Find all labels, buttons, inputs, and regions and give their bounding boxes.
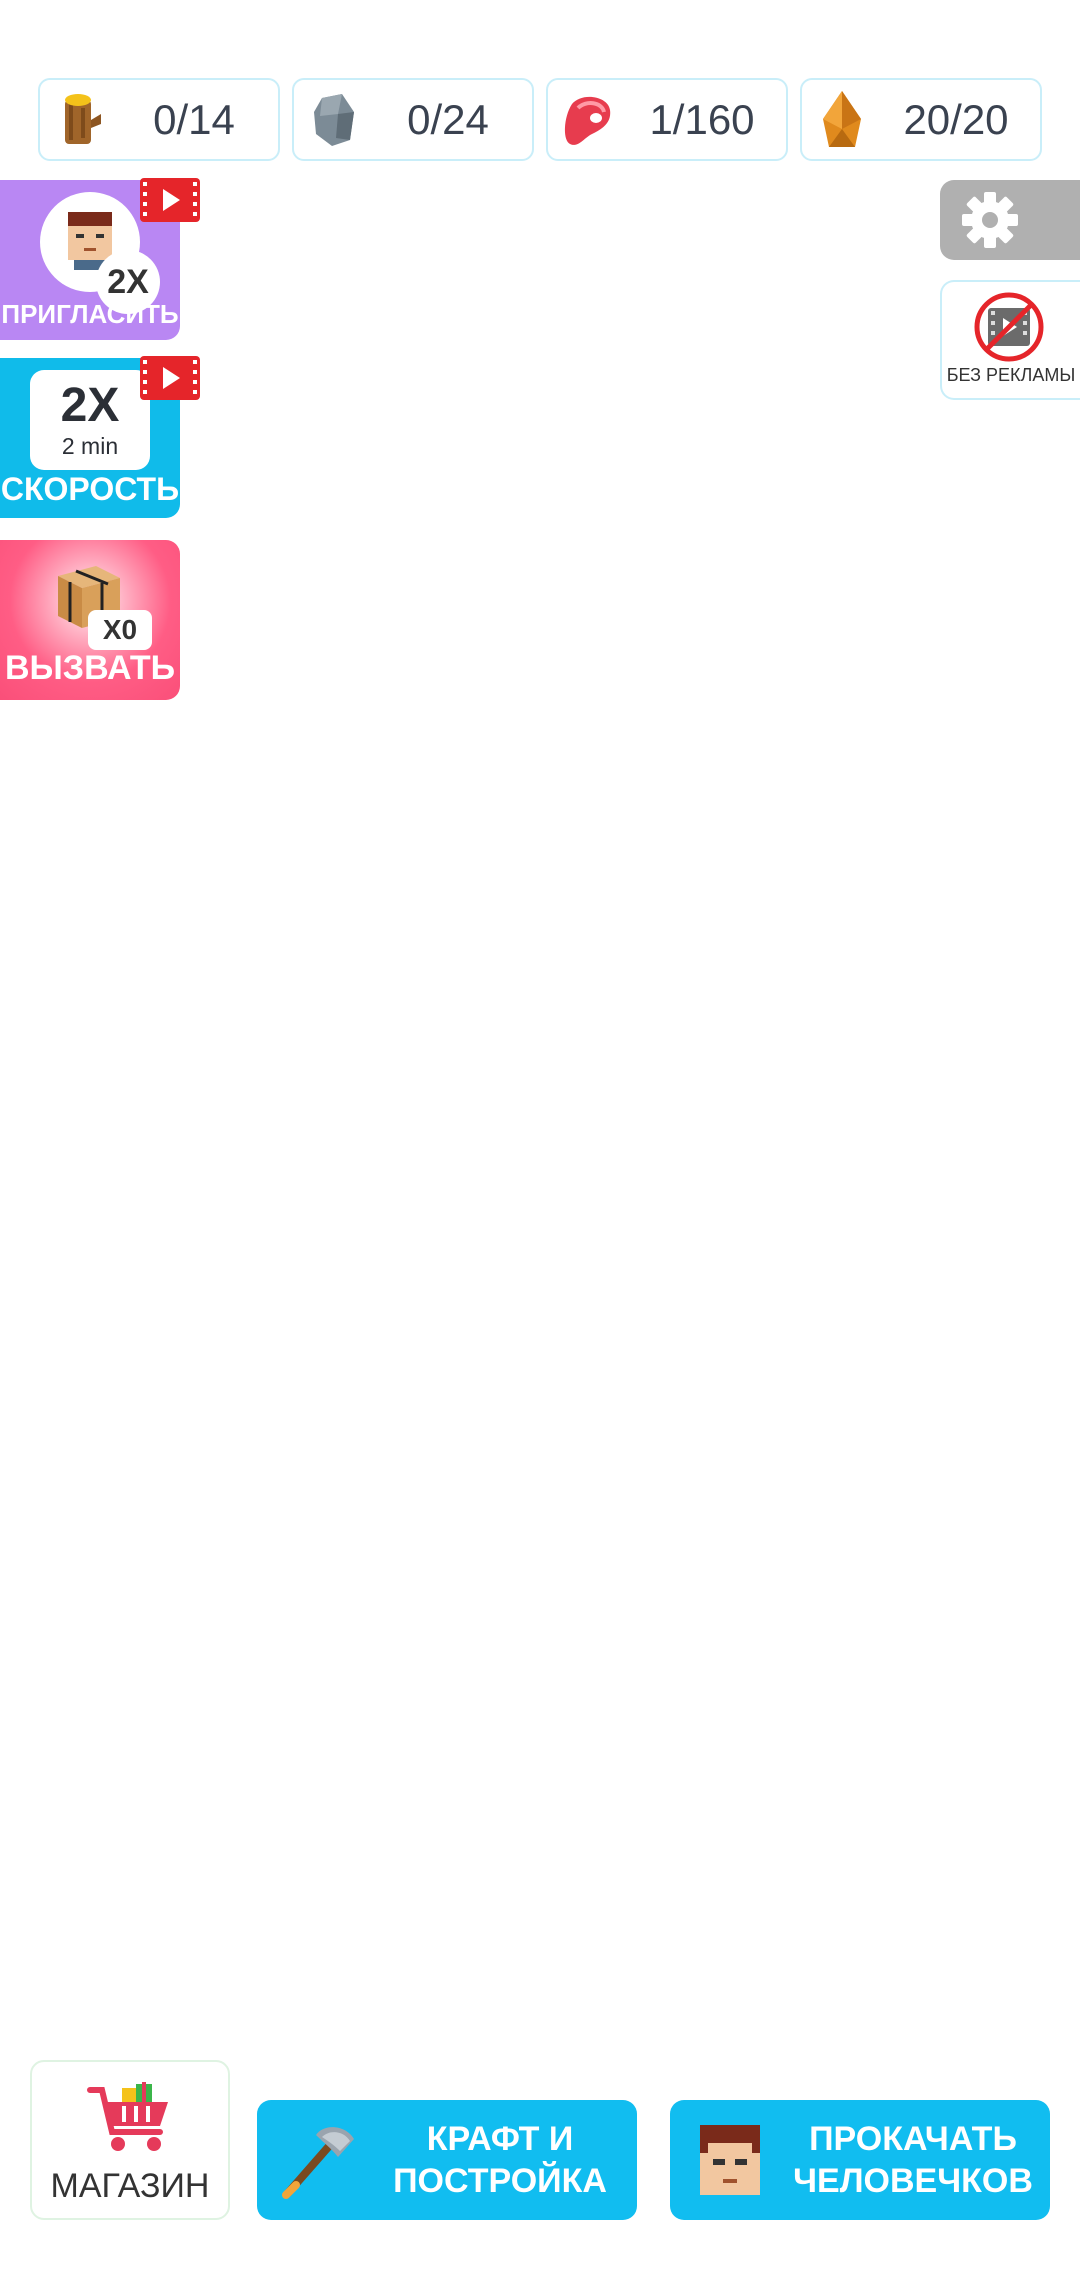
shop-button[interactable]: МАГАЗИН (30, 2060, 230, 2220)
invite-label: ПРИГЛАСИТЬ (1, 299, 179, 329)
wood-log-icon (40, 80, 120, 160)
speed-box: 2X 2 min (30, 370, 150, 470)
wood-count: 0/14 (153, 95, 235, 143)
video-ad-icon (140, 178, 200, 222)
speed-duration: 2 min (61, 433, 119, 459)
summon-count: X0 (88, 610, 152, 650)
stone-count: 0/24 (407, 95, 489, 143)
amber-icon (802, 80, 882, 160)
stone-icon (294, 80, 374, 160)
speed-multiplier: 2X (60, 379, 120, 432)
resource-wood: 0/14 (38, 78, 280, 161)
craft-label-line2: ПОСТРОЙКА (393, 2162, 607, 2200)
speed-button[interactable]: 2X 2 min СКОРОСТЬ (0, 356, 200, 518)
craft-label-line1: КРАФТ И (426, 2120, 574, 2158)
no-ads-label: БЕЗ РЕКЛАМЫ (946, 365, 1076, 385)
shopping-cart-icon (87, 2082, 168, 2151)
resource-stone: 0/24 (292, 78, 534, 161)
no-ads-icon (974, 292, 1044, 362)
invite-button[interactable]: 2X ПРИГЛАСИТЬ (0, 178, 200, 340)
meat-icon (548, 80, 628, 160)
craft-build-button[interactable]: КРАФТ И ПОСТРОЙКА (257, 2100, 637, 2220)
summon-label: ВЫЗВАТЬ (4, 649, 176, 687)
speed-label: СКОРОСТЬ (0, 471, 180, 507)
resource-amber: 20/20 (800, 78, 1042, 161)
shop-label: МАГАЗИН (50, 2167, 210, 2205)
amber-count: 20/20 (903, 95, 1009, 143)
upgrade-people-button[interactable]: ПРОКАЧАТЬ ЧЕЛОВЕЧКОВ (670, 2100, 1050, 2220)
axe-icon (257, 2100, 377, 2220)
upgrade-label-line2: ЧЕЛОВЕЧКОВ (793, 2162, 1033, 2200)
video-ad-icon (140, 356, 200, 400)
meat-count: 1/160 (649, 95, 755, 143)
no-ads-button[interactable]: БЕЗ РЕКЛАМЫ (940, 280, 1080, 400)
gear-icon (962, 192, 1018, 248)
settings-button[interactable] (940, 180, 1080, 260)
summon-button[interactable]: X0 ВЫЗВАТЬ (0, 540, 180, 700)
character-face-icon (670, 2100, 790, 2220)
resource-meat: 1/160 (546, 78, 788, 161)
upgrade-label-line1: ПРОКАЧАТЬ (809, 2120, 1017, 2158)
